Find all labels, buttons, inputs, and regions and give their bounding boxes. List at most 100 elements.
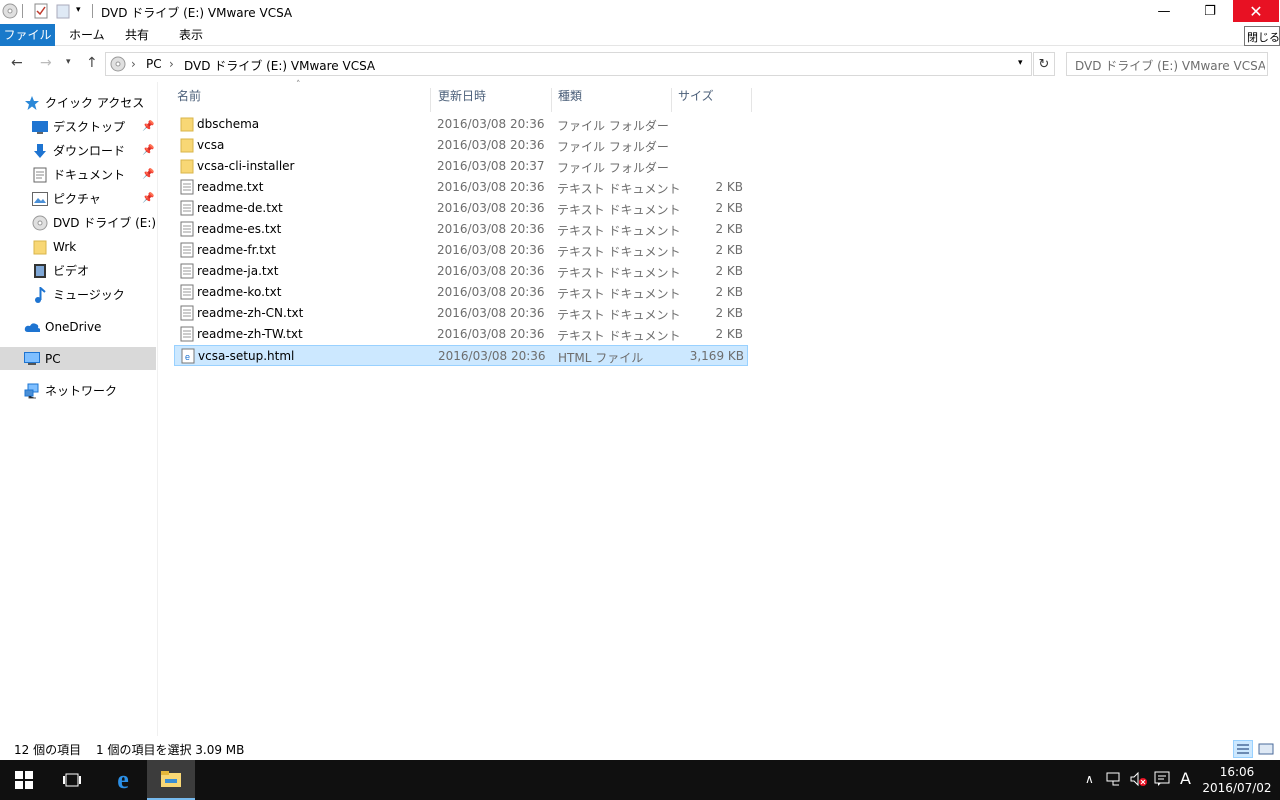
properties-icon[interactable] — [34, 3, 48, 21]
table-row[interactable]: readme-fr.txt 2016/03/08 20:36 テキスト ドキュメント… — [174, 240, 748, 261]
tab-view[interactable]: 表示 — [179, 24, 203, 46]
sidebar-item-documents[interactable]: ドキュメント 📌 — [0, 163, 156, 186]
file-date: 2016/03/08 20:36 — [437, 117, 545, 131]
refresh-icon: ↻ — [1038, 56, 1050, 72]
up-arrow-icon[interactable]: ↑ — [86, 55, 98, 71]
sidebar-item-desktop[interactable]: デスクトップ 📌 — [0, 115, 156, 138]
pin-icon[interactable]: 📌 — [142, 193, 154, 204]
sidebar-item-pictures[interactable]: ピクチャ 📌 — [0, 187, 156, 210]
table-row[interactable]: readme-de.txt 2016/03/08 20:36 テキスト ドキュメント… — [174, 198, 748, 219]
file-name: dbschema — [197, 117, 260, 131]
sidebar-item-pc[interactable]: PC — [0, 347, 156, 370]
sidebar-item-dvd-drive[interactable]: DVD ドライブ (E:) VMware VCSA — [0, 211, 156, 234]
text-file-icon — [180, 326, 194, 342]
text-file-icon — [180, 221, 194, 237]
customize-qat-icon[interactable]: ▾ — [76, 5, 81, 23]
breadcrumb-pc[interactable]: PC — [146, 57, 162, 71]
task-view-icon — [63, 773, 81, 787]
file-size: 2 KB — [715, 222, 743, 236]
tab-share[interactable]: 共有 — [125, 24, 149, 46]
close-button[interactable]: ✕ — [1233, 0, 1279, 22]
file-date: 2016/03/08 20:36 — [437, 180, 545, 194]
restore-button[interactable]: ❐ — [1187, 0, 1233, 22]
start-button[interactable] — [0, 760, 48, 800]
column-header-name[interactable]: 名前 — [171, 88, 431, 112]
refresh-button[interactable]: ↻ — [1033, 52, 1055, 76]
folder-icon — [180, 116, 194, 132]
sidebar-item-network[interactable]: ネットワーク — [0, 379, 156, 402]
volume-muted-icon[interactable] — [1130, 771, 1148, 791]
file-type: テキスト ドキュメント — [557, 182, 681, 196]
file-name: vcsa — [197, 138, 225, 152]
pin-icon[interactable]: 📌 — [142, 121, 154, 132]
dvd-icon[interactable] — [2, 3, 18, 21]
clock-date: 2016/07/02 — [1202, 781, 1272, 795]
recent-locations-icon[interactable]: ▾ — [66, 57, 71, 67]
table-row[interactable]: vcsa-cli-installer 2016/03/08 20:37 ファイル フ… — [174, 156, 748, 177]
column-header-date[interactable]: 更新日時 — [432, 88, 552, 112]
folder-icon — [180, 137, 194, 153]
file-name: readme-fr.txt — [197, 243, 276, 257]
action-center-icon[interactable] — [1154, 771, 1170, 791]
cloud-icon — [24, 319, 40, 335]
network-status-icon[interactable] — [1105, 771, 1123, 791]
table-row[interactable]: readme-zh-CN.txt 2016/03/08 20:36 テキスト ドキュ… — [174, 303, 748, 324]
table-row[interactable]: e vcsa-setup.html 2016/03/08 20:36 HTML ファイ… — [174, 345, 748, 366]
file-date: 2016/03/08 20:36 — [437, 138, 545, 152]
table-row[interactable]: readme-es.txt 2016/03/08 20:36 テキスト ドキュメント… — [174, 219, 748, 240]
sidebar-item-quick-access[interactable]: クイック アクセス — [0, 91, 156, 114]
tab-home[interactable]: ホーム — [69, 24, 105, 46]
file-type: テキスト ドキュメント — [557, 224, 681, 238]
table-row[interactable]: vcsa 2016/03/08 20:36 ファイル フォルダー — [174, 135, 748, 156]
tab-file[interactable]: ファイル — [0, 24, 55, 46]
file-date: 2016/03/08 20:36 — [437, 306, 545, 320]
sidebar-item-downloads[interactable]: ダウンロード 📌 — [0, 139, 156, 162]
minimize-button[interactable]: — — [1141, 0, 1187, 22]
sidebar-item-music[interactable]: ミュージック — [0, 283, 156, 306]
file-type: テキスト ドキュメント — [557, 245, 681, 259]
ime-indicator[interactable]: A — [1180, 769, 1191, 788]
chevron-down-icon[interactable]: ▾ — [1018, 58, 1023, 68]
sidebar-item-label: ネットワーク — [45, 384, 118, 398]
text-file-icon — [180, 200, 194, 216]
file-name: readme-zh-TW.txt — [197, 327, 303, 341]
new-folder-icon[interactable] — [56, 3, 70, 21]
table-row[interactable]: readme-ko.txt 2016/03/08 20:36 テキスト ドキュメント… — [174, 282, 748, 303]
breadcrumb-dvd-drive[interactable]: DVD ドライブ (E:) VMware VCSA — [184, 57, 375, 74]
file-name: vcsa-cli-installer — [197, 159, 295, 173]
column-header-size[interactable]: サイズ — [672, 88, 752, 112]
pin-icon[interactable]: 📌 — [142, 169, 154, 180]
table-row[interactable]: readme-zh-TW.txt 2016/03/08 20:36 テキスト ドキュ… — [174, 324, 748, 345]
clock[interactable]: 16:06 2016/07/02 — [1200, 764, 1274, 796]
details-view-button[interactable] — [1233, 740, 1253, 758]
file-type: ファイル フォルダー — [557, 119, 669, 133]
sidebar-item-wrk[interactable]: Wrk — [0, 235, 156, 258]
music-icon — [32, 286, 48, 303]
pin-icon[interactable]: 📌 — [142, 145, 154, 156]
search-placeholder: DVD ドライブ (E:) VMware VCSA... — [1075, 59, 1265, 73]
forward-arrow-icon[interactable]: → — [40, 55, 52, 71]
table-row[interactable]: readme-ja.txt 2016/03/08 20:36 テキスト ドキュメント… — [174, 261, 748, 282]
sidebar-item-videos[interactable]: ビデオ — [0, 259, 156, 282]
table-row[interactable]: readme.txt 2016/03/08 20:36 テキスト ドキュメント 2 K… — [174, 177, 748, 198]
text-file-icon — [180, 263, 194, 279]
large-icons-view-button[interactable] — [1256, 740, 1276, 758]
edge-button[interactable]: e — [99, 760, 147, 800]
file-date: 2016/03/08 20:36 — [438, 349, 546, 363]
chevron-up-icon[interactable]: ∧ — [1085, 772, 1094, 786]
text-file-icon — [180, 284, 194, 300]
chevron-right-icon: › — [169, 57, 174, 71]
sidebar-item-onedrive[interactable]: OneDrive — [0, 315, 156, 338]
large-icons-view-icon — [1258, 743, 1274, 755]
task-view-button[interactable] — [48, 760, 96, 800]
file-size: 2 KB — [715, 306, 743, 320]
file-size: 2 KB — [715, 264, 743, 278]
document-icon — [32, 167, 48, 183]
file-explorer-button[interactable] — [147, 760, 195, 800]
back-arrow-icon[interactable]: ← — [11, 55, 23, 71]
address-bar[interactable]: › PC › DVD ドライブ (E:) VMware VCSA ▾ — [105, 52, 1032, 76]
picture-icon — [32, 191, 48, 207]
column-header-type[interactable]: 種類 — [552, 88, 672, 112]
table-row[interactable]: dbschema 2016/03/08 20:36 ファイル フォルダー — [174, 114, 748, 135]
search-input[interactable]: DVD ドライブ (E:) VMware VCSA... — [1066, 52, 1268, 76]
